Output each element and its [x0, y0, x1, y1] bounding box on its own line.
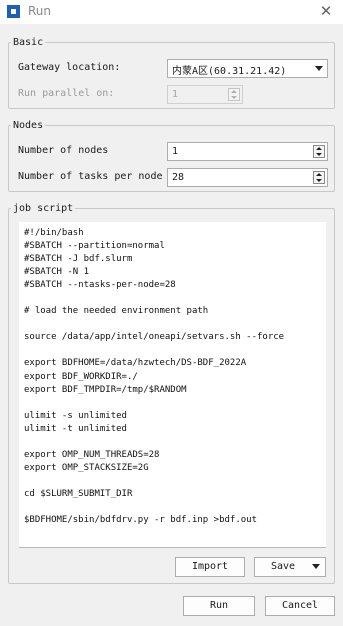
number-of-nodes-label: Number of nodes	[18, 145, 109, 156]
nodes-legend: Nodes	[13, 120, 44, 131]
run-parallel-label: Run parallel on:	[18, 88, 115, 99]
chevron-down-icon[interactable]	[312, 564, 320, 569]
window-title: Run	[28, 4, 52, 18]
gateway-location-label: Gateway location:	[18, 62, 121, 73]
spin-buttons[interactable]	[313, 171, 325, 184]
run-parallel-value: 1	[172, 89, 179, 100]
tasks-per-node-value: 28	[172, 172, 185, 183]
arrow-up-icon	[316, 147, 322, 150]
basic-legend: Basic	[13, 37, 44, 48]
app-icon	[7, 5, 20, 18]
job-script-editor[interactable]: #!/bin/bash #SBATCH --partition=normal #…	[19, 222, 326, 548]
job-script-legend: job script	[13, 203, 74, 214]
import-button[interactable]: Import	[175, 557, 245, 577]
run-button[interactable]: Run	[183, 596, 255, 616]
job-script-text: #!/bin/bash #SBATCH --partition=normal #…	[24, 228, 285, 526]
arrow-down-icon	[316, 153, 322, 156]
save-label: Save	[271, 561, 296, 572]
arrow-up-icon	[316, 173, 322, 176]
title-bar: Run ✕	[0, 0, 343, 24]
gateway-location-select[interactable]: 内蒙A区(60.31.21.42)	[167, 59, 328, 78]
spin-buttons[interactable]	[313, 145, 325, 158]
number-of-nodes-spinbox[interactable]: 1	[167, 142, 328, 161]
spin-buttons[interactable]	[228, 88, 240, 101]
save-button[interactable]: Save	[254, 557, 326, 577]
close-icon[interactable]: ✕	[317, 2, 335, 20]
run-parallel-spinbox[interactable]: 1	[167, 85, 243, 104]
number-of-nodes-value: 1	[172, 146, 179, 157]
chevron-down-icon	[315, 66, 323, 71]
tasks-per-node-spinbox[interactable]: 28	[167, 168, 328, 187]
cancel-button[interactable]: Cancel	[265, 596, 335, 616]
arrow-down-icon	[231, 96, 237, 99]
arrow-down-icon	[316, 179, 322, 182]
tasks-per-node-label: Number of tasks per node	[18, 171, 163, 182]
gateway-location-value: 内蒙A区(60.31.21.42)	[172, 66, 287, 77]
arrow-up-icon	[231, 90, 237, 93]
